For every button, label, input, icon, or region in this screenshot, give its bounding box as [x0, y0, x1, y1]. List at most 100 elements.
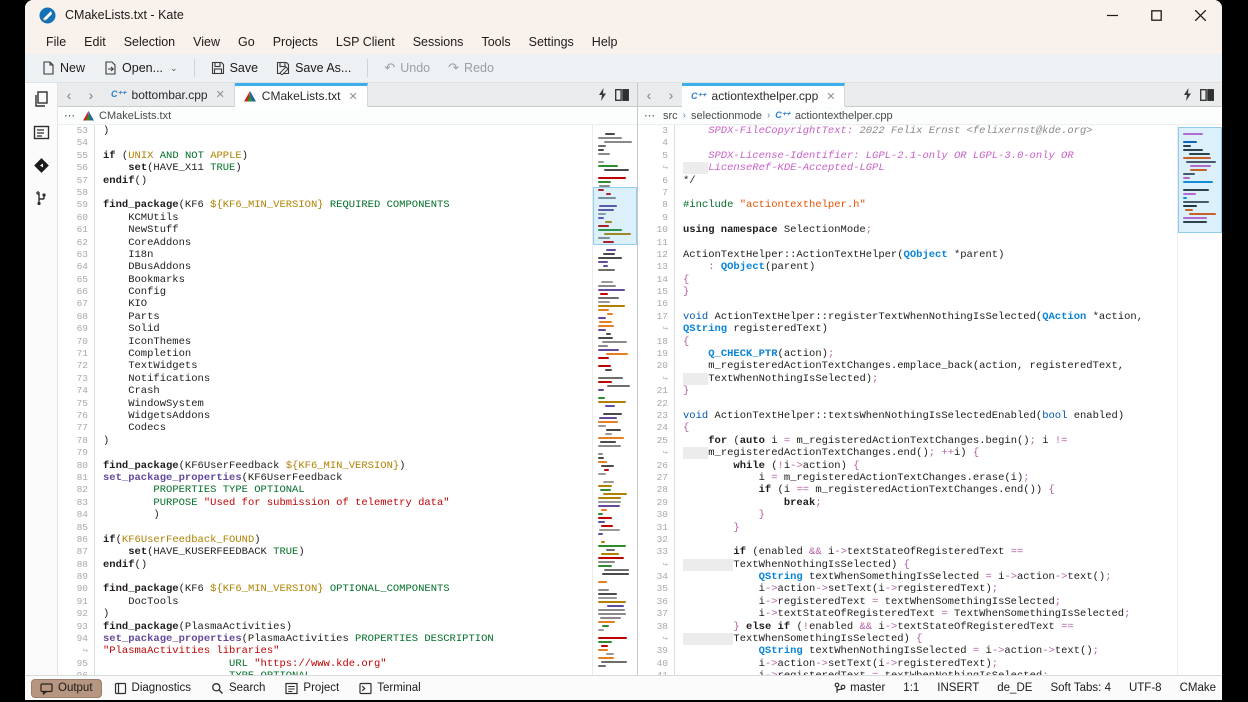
- code-line: 90find_package(KF6 ${KF6_MIN_VERSION} OP…: [58, 583, 592, 595]
- breadcrumb-dir[interactable]: src: [663, 110, 678, 122]
- menu-tools[interactable]: Tools: [472, 32, 519, 52]
- git-branch-status[interactable]: master: [834, 682, 885, 695]
- menu-sessions[interactable]: Sessions: [404, 32, 473, 52]
- save-as-button[interactable]: Save As...: [268, 58, 359, 78]
- menu-edit[interactable]: Edit: [75, 32, 115, 52]
- documents-icon[interactable]: [33, 91, 50, 108]
- title-bar[interactable]: CMakeLists.txt - Kate: [25, 0, 1222, 30]
- save-button-label: Save: [230, 61, 259, 75]
- menu-lsp-client[interactable]: LSP Client: [327, 32, 404, 52]
- code-line: 85: [58, 522, 592, 534]
- tab-forward-button[interactable]: ›: [660, 83, 682, 106]
- terminal-panel-button[interactable]: Terminal: [351, 680, 428, 697]
- menu-selection[interactable]: Selection: [115, 32, 184, 52]
- line-number: 30: [638, 509, 675, 521]
- project-panel-button[interactable]: Project: [277, 680, 347, 697]
- split-view-icon[interactable]: [615, 89, 629, 101]
- minimap-viewport[interactable]: [1178, 127, 1222, 233]
- redo-button[interactable]: ↷ Redo: [440, 57, 502, 79]
- minimap-viewport[interactable]: [593, 187, 637, 245]
- dictionary-status[interactable]: de_DE: [997, 682, 1032, 694]
- code-line: 56 set(HAVE_X11 TRUE): [58, 162, 592, 174]
- close-button[interactable]: [1178, 0, 1222, 30]
- encoding-status[interactable]: UTF-8: [1129, 682, 1162, 694]
- breadcrumb-separator: ›: [683, 110, 686, 121]
- tab-close-icon[interactable]: ✕: [826, 90, 835, 103]
- code-line: 80find_package(KF6UserFeedback ${KF6_MIN…: [58, 460, 592, 472]
- open-button[interactable]: Open... ⌄: [95, 58, 186, 78]
- code-line: 32: [638, 534, 1177, 546]
- breadcrumb-file[interactable]: actiontexthelper.cpp: [795, 110, 893, 122]
- tab-actiontexthelper-cpp[interactable]: C⁺⁺ actiontexthelper.cpp ✕: [682, 83, 845, 107]
- tab-back-button[interactable]: ‹: [638, 83, 660, 106]
- menu-help[interactable]: Help: [583, 32, 627, 52]
- right-code-area[interactable]: 3 SPDX-FileCopyrightText: 2022 Felix Ern…: [638, 125, 1177, 675]
- input-mode-status[interactable]: INSERT: [937, 682, 979, 694]
- open-file-icon: [103, 61, 117, 75]
- main-toolbar: New Open... ⌄ Save Save As... ↶ Undo ↷ R…: [25, 54, 1222, 83]
- diagnostics-panel-button[interactable]: Diagnostics: [106, 680, 199, 697]
- line-number: 21: [638, 385, 675, 397]
- minimize-button[interactable]: [1090, 0, 1134, 30]
- save-button[interactable]: Save: [203, 58, 267, 78]
- code-line: 70 IconThemes: [58, 336, 592, 348]
- breadcrumb-file[interactable]: CMakeLists.txt: [99, 110, 171, 122]
- maximize-button[interactable]: [1134, 0, 1178, 30]
- terminal-icon: [359, 682, 372, 695]
- list-details-icon[interactable]: [33, 124, 50, 141]
- tab-close-icon[interactable]: ✕: [216, 88, 225, 101]
- menu-go[interactable]: Go: [229, 32, 264, 52]
- new-button[interactable]: New: [33, 58, 93, 78]
- code-line: 57endif(): [58, 175, 592, 187]
- tab-back-button[interactable]: ‹: [58, 83, 80, 106]
- line-number: 59: [58, 199, 95, 211]
- undo-button[interactable]: ↶ Undo: [376, 57, 438, 79]
- search-panel-button[interactable]: Search: [203, 680, 273, 697]
- left-code-area[interactable]: 53)5455if (UNIX AND NOT APPLE)56 set(HAV…: [58, 125, 592, 675]
- line-number: 22: [638, 398, 675, 410]
- code-line: 6*/: [638, 175, 1177, 187]
- project-icon: [285, 682, 298, 695]
- code-line: 77 Codecs: [58, 422, 592, 434]
- menu-projects[interactable]: Projects: [264, 32, 327, 52]
- open-button-label: Open...: [122, 61, 163, 75]
- open-dropdown-chevron-icon[interactable]: ⌄: [170, 63, 178, 74]
- left-minimap-scrollbar[interactable]: [592, 125, 637, 675]
- code-line: 31 }: [638, 522, 1177, 534]
- right-breadcrumb: ⋯ src › selectionmode › C⁺⁺ actiontexthe…: [638, 107, 1222, 125]
- menu-file[interactable]: File: [37, 32, 75, 52]
- line-number: 25: [638, 435, 675, 447]
- wrap-marker: ↪: [638, 447, 675, 459]
- tab-width-status[interactable]: Soft Tabs: 4: [1050, 682, 1111, 694]
- quick-open-lightning-icon[interactable]: [1183, 88, 1192, 101]
- code-line: ↪ TextWhenNothingIsSelected) {: [638, 559, 1177, 571]
- tab-bottombar-cpp[interactable]: C⁺⁺ bottombar.cpp ✕: [102, 83, 235, 106]
- tab-close-icon[interactable]: ✕: [348, 90, 357, 103]
- menu-view[interactable]: View: [184, 32, 229, 52]
- tab-cmakelists-txt[interactable]: CMakeLists.txt ✕: [235, 83, 368, 107]
- output-panel-button[interactable]: Output: [31, 679, 102, 698]
- project-panel-label: Project: [303, 682, 339, 694]
- split-view-icon[interactable]: [1200, 89, 1214, 101]
- git-tree-icon[interactable]: [33, 190, 50, 207]
- code-line: 88endif(): [58, 559, 592, 571]
- git-branch-label: master: [850, 682, 885, 694]
- line-number: 18: [638, 336, 675, 348]
- code-line: 16: [638, 298, 1177, 310]
- cursor-position-status[interactable]: 1:1: [903, 682, 919, 694]
- code-line: 74 Crash: [58, 385, 592, 397]
- tab-forward-button[interactable]: ›: [80, 83, 102, 106]
- quick-open-lightning-icon[interactable]: [598, 88, 607, 101]
- code-line: 17void ActionTextHelper::registerTextWhe…: [638, 311, 1177, 323]
- breadcrumb-dir[interactable]: selectionmode: [691, 110, 762, 122]
- breadcrumb-menu-button[interactable]: ⋯: [64, 109, 76, 122]
- line-number: 37: [638, 608, 675, 620]
- line-number: 84: [58, 509, 95, 521]
- project-diamond-icon[interactable]: [33, 157, 50, 174]
- syntax-mode-status[interactable]: CMake: [1180, 682, 1216, 694]
- line-number: 91: [58, 596, 95, 608]
- right-minimap-scrollbar[interactable]: [1177, 125, 1222, 675]
- code-line: 55if (UNIX AND NOT APPLE): [58, 150, 592, 162]
- menu-settings[interactable]: Settings: [520, 32, 583, 52]
- breadcrumb-menu-button[interactable]: ⋯: [644, 109, 656, 122]
